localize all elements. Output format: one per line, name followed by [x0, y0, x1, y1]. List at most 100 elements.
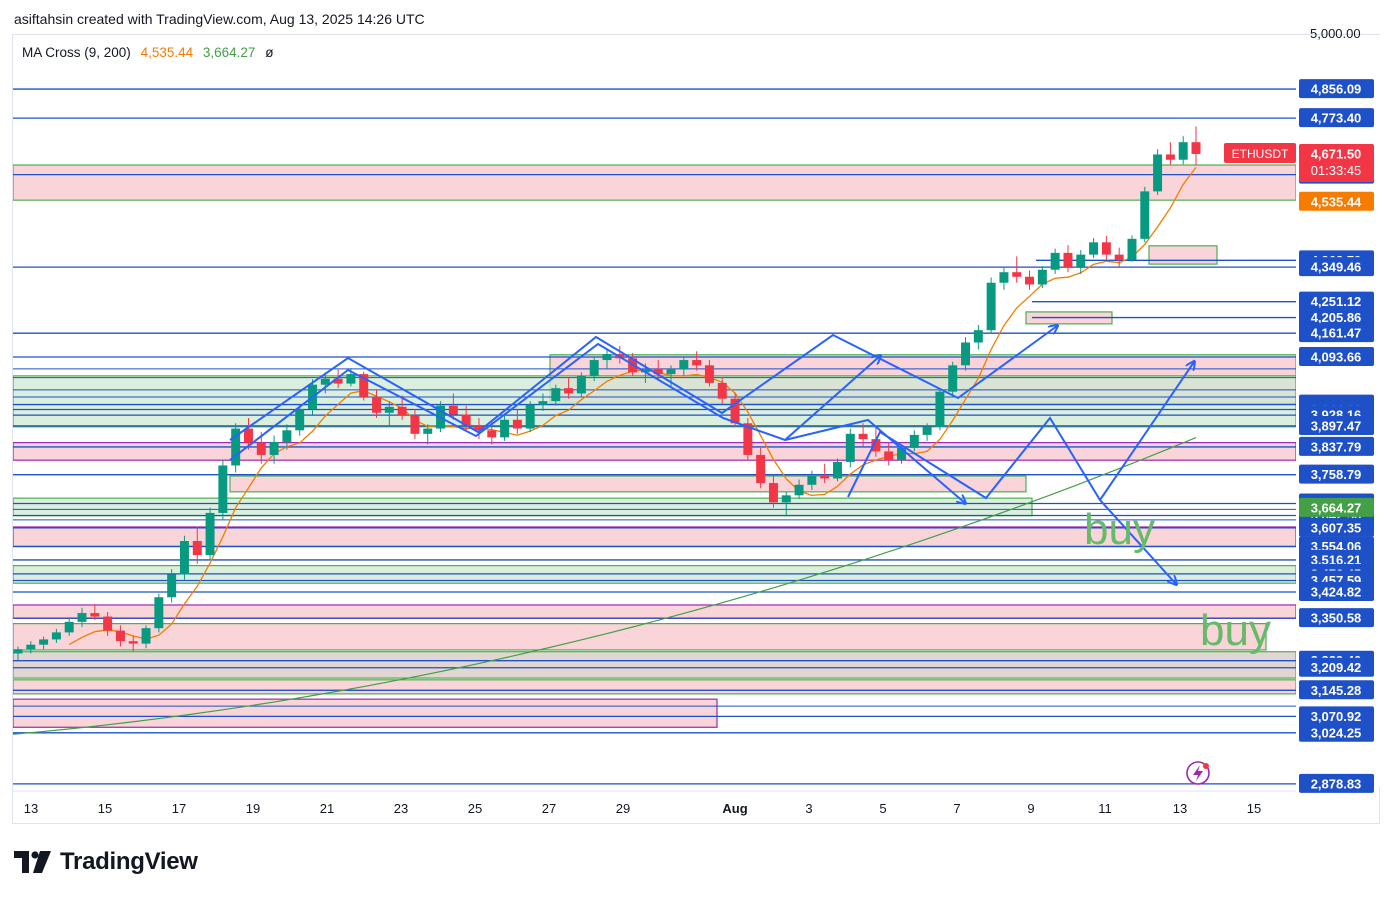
candle: [743, 418, 753, 461]
time-tick-label: 25: [468, 801, 482, 816]
candle-body: [602, 354, 612, 361]
zone-0: [13, 164, 1296, 201]
zone-6: [229, 475, 1027, 493]
candle-body: [500, 419, 510, 438]
candle-body: [397, 406, 407, 416]
time-tick-label: 15: [1247, 801, 1261, 816]
candle: [1101, 236, 1111, 260]
candle-body: [295, 409, 305, 431]
candle-body: [1127, 238, 1137, 260]
price-label: 4,205.86: [1311, 310, 1362, 325]
candle-body: [282, 430, 292, 442]
time-tick-label: 7: [953, 801, 960, 816]
candle: [1153, 149, 1163, 195]
candle-body: [410, 415, 420, 434]
candle: [1114, 247, 1124, 267]
ma9-badge: 4,535.44: [1299, 191, 1374, 211]
candle: [231, 423, 241, 473]
candle-body: [269, 441, 279, 455]
buy-annotation-2: buy: [1200, 606, 1271, 655]
candle-body: [154, 597, 164, 629]
candle-body: [768, 483, 778, 503]
candle-body: [986, 282, 996, 331]
time-tick-label: 19: [246, 801, 260, 816]
price-label: 3,424.82: [1311, 585, 1362, 600]
candle-body: [1089, 242, 1099, 255]
price-label: 4,093.66: [1311, 350, 1362, 365]
price-label: 3,837.79: [1311, 439, 1362, 454]
price-label: 3,024.25: [1311, 725, 1362, 740]
candle-body: [77, 613, 87, 622]
candle-body: [1012, 272, 1022, 277]
candle: [1127, 235, 1137, 262]
candle-body: [794, 484, 804, 496]
candle: [845, 428, 855, 468]
candle-body: [346, 374, 356, 384]
zone-13: [13, 679, 1296, 695]
candle: [1012, 256, 1022, 283]
candle-body: [961, 342, 971, 366]
price-label: 4,161.47: [1311, 326, 1362, 341]
candle-body: [717, 382, 727, 399]
candle-body: [128, 641, 138, 644]
indicator-legend[interactable]: MA Cross (9, 200) 4,535.44 3,664.27 ø: [22, 45, 273, 60]
candle-body: [551, 388, 561, 402]
ma-cross-name: MA Cross (9, 200): [22, 45, 131, 60]
alert-lightning-icon[interactable]: [1186, 761, 1210, 785]
candle: [1025, 270, 1035, 290]
candle: [1037, 266, 1047, 289]
candle-body: [141, 628, 151, 644]
candle-body: [13, 649, 23, 654]
candle: [1140, 186, 1150, 243]
candle-body: [115, 630, 125, 642]
price-label: 3,758.79: [1311, 467, 1362, 482]
zone-11: [13, 622, 1267, 651]
zone-12: [13, 651, 1296, 679]
time-tick-label: 17: [172, 801, 186, 816]
time-axis: 13 15 17 19 21 23 25 27 29 Aug 3 5 7 9 11 13 15: [13, 790, 1296, 816]
candle-body: [384, 406, 394, 413]
candle-body: [372, 396, 382, 413]
tradingview-brand: TradingView: [60, 848, 198, 875]
time-tick-label: Aug: [722, 801, 747, 816]
candle-body: [167, 574, 177, 598]
candle-body: [679, 360, 689, 370]
symbol-tag: ETHUSDT: [1232, 147, 1289, 161]
price-chart[interactable]: buy buy ETHUSDT 5,000.00 4,856.09 4,773.40 4,…: [0, 0, 1392, 900]
candle: [1191, 126, 1201, 166]
candle-body: [512, 419, 522, 429]
candle-body: [90, 613, 100, 617]
candle-body: [1101, 242, 1111, 255]
price-label: 3,145.28: [1311, 683, 1362, 698]
candle: [525, 401, 535, 433]
candle: [576, 372, 586, 397]
candle-body: [909, 434, 919, 448]
alert-icon-dot: [1203, 763, 1209, 769]
time-tick-label: 23: [394, 801, 408, 816]
candle-body: [884, 451, 894, 461]
candle-body: [1037, 269, 1047, 285]
ma200-badge-label: 3,664.27: [1311, 500, 1362, 515]
candle-body: [1076, 254, 1086, 267]
candle-body: [973, 330, 983, 343]
candle: [832, 458, 842, 482]
candle-body: [487, 430, 497, 438]
candle-body: [1063, 252, 1073, 267]
buy-annotation-1: buy: [1084, 505, 1155, 554]
time-tick-label: 21: [320, 801, 334, 816]
tradingview-logo[interactable]: TradingView: [14, 846, 198, 878]
candle-body: [192, 541, 202, 556]
price-label: 3,350.58: [1311, 611, 1362, 626]
candle-body: [832, 461, 842, 479]
candle: [1050, 248, 1060, 274]
candle: [1165, 142, 1175, 166]
price-badge-label: 4,671.50: [1311, 146, 1362, 161]
candle-body: [1025, 276, 1035, 285]
candle-body: [576, 375, 586, 394]
ma-source-symbol: ø: [265, 45, 274, 60]
candle-body: [64, 621, 74, 633]
time-tick-label: 13: [1173, 801, 1187, 816]
zone-5: [13, 442, 1296, 461]
candle-body: [179, 541, 189, 575]
candle-body: [922, 426, 932, 435]
